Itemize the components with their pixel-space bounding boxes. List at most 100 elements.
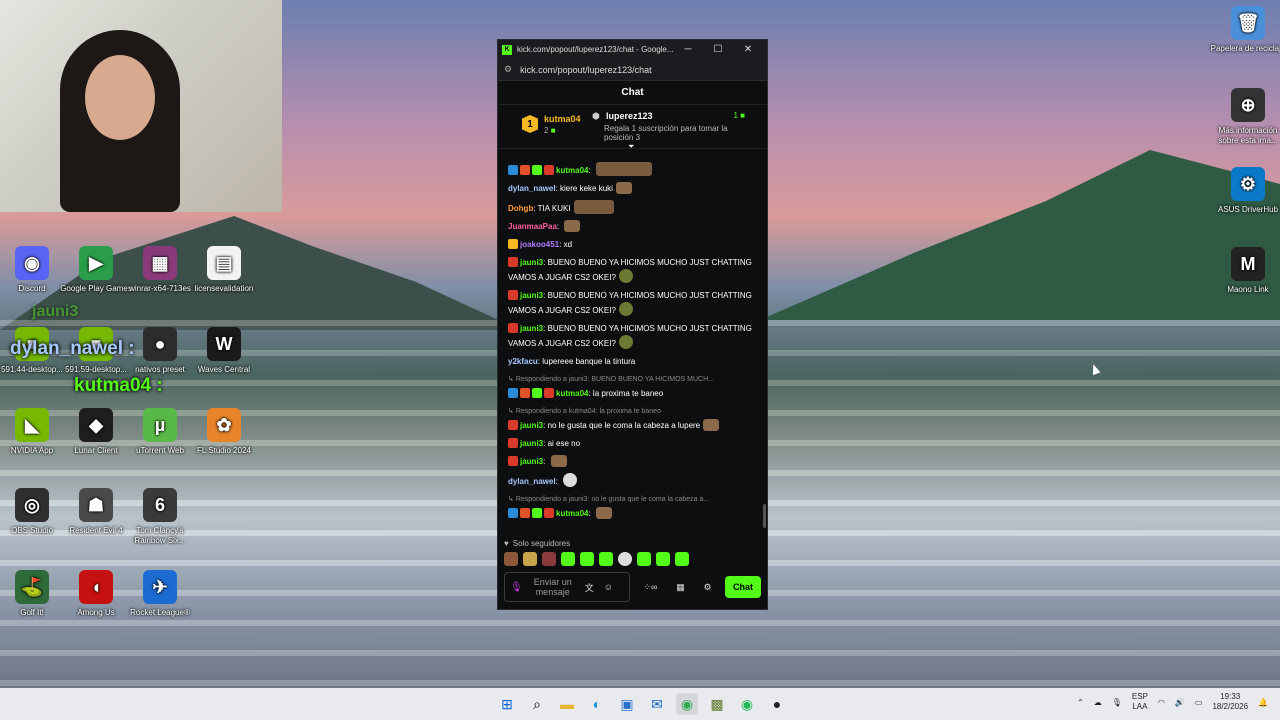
emoji-icon[interactable]: ☺	[604, 582, 613, 592]
chat-emote-icon[interactable]	[618, 269, 633, 283]
desktop-icon[interactable]: 🗑 Papelera de reciclaje	[1210, 6, 1280, 54]
user-badge-icon	[520, 508, 530, 518]
desktop-app-icon: ✈	[143, 570, 177, 604]
chat-message: jauni3: BUENO BUENO YA HICIMOS MUCHO JUS…	[508, 256, 757, 284]
settings-gear-icon[interactable]: ⚙	[704, 582, 712, 593]
battery-icon[interactable]: ▭	[1195, 698, 1203, 707]
microphone-icon[interactable]: 🎙	[510, 582, 523, 593]
chat-emote-icon[interactable]	[595, 507, 612, 519]
kick-points-icon[interactable]: ⁘∞	[643, 582, 657, 593]
username-separator: :	[556, 222, 562, 231]
clock[interactable]: 19:33 18/2/2026	[1212, 692, 1248, 712]
desktop-icon[interactable]: ⚙ ASUS DriverHub	[1210, 167, 1280, 215]
send-chat-button[interactable]: Chat	[725, 576, 761, 598]
outlook-icon[interactable]: ✉	[646, 693, 668, 715]
emote-button[interactable]	[656, 552, 670, 566]
minimize-button[interactable]: ─	[673, 44, 703, 55]
spotify-icon[interactable]: ◉	[736, 693, 758, 715]
chat-username[interactable]: dylan_nawel	[508, 184, 556, 193]
minecraft-icon[interactable]: ▩	[706, 693, 728, 715]
desktop-icon[interactable]: M Maono Link	[1210, 247, 1280, 295]
chat-emote-icon[interactable]	[618, 302, 633, 316]
chat-username[interactable]: jauni3	[520, 439, 543, 448]
chat-emote-icon[interactable]	[563, 473, 578, 487]
chrome-icon[interactable]: ◉	[676, 693, 698, 715]
chat-username[interactable]: y2kfacu	[508, 357, 538, 366]
user-badge-icon	[508, 165, 518, 175]
desktop-icon[interactable]: ⊕ Más información sobre esta ima...	[1210, 88, 1280, 146]
desktop-icon-label: ASUS DriverHub	[1217, 205, 1278, 214]
chat-username[interactable]: dylan_nawel	[508, 477, 556, 486]
language-indicator[interactable]: ESP LAA	[1132, 692, 1148, 712]
emote-button[interactable]	[637, 552, 651, 566]
chat-emote-icon[interactable]	[550, 455, 567, 467]
file-explorer-icon[interactable]: ▬	[556, 693, 578, 715]
network-cloud-icon[interactable]: ☁	[1094, 698, 1102, 707]
site-settings-icon[interactable]: ⚙	[504, 64, 512, 75]
app-notification-icon[interactable]: ●	[766, 693, 788, 715]
chat-emote-icon[interactable]	[573, 200, 614, 214]
desktop-icon[interactable]: W Waves Central	[186, 327, 262, 375]
notification-bell-icon[interactable]: 🔔	[1258, 698, 1268, 707]
emote-button[interactable]	[561, 552, 575, 566]
message-input[interactable]: 🎙 Enviar un mensaje 文 ☺	[504, 572, 630, 602]
chat-message: jauni3: BUENO BUENO YA HICIMOS MUCHO JUS…	[508, 289, 757, 317]
desktop-app-icon: 🗑	[1231, 6, 1265, 40]
reply-context[interactable]: ↳ Respondiendo a jauni3: BUENO BUENO YA …	[508, 373, 757, 386]
user-badge-icon	[508, 323, 518, 333]
chat-username[interactable]: jauni3	[520, 258, 543, 267]
emote-button[interactable]	[504, 552, 518, 566]
address-bar[interactable]: ⚙ kick.com/popout/luperez123/chat	[498, 59, 767, 81]
chat-username[interactable]: jauni3	[520, 324, 543, 333]
windows-start-icon[interactable]: ⊞	[496, 693, 518, 715]
desktop-icon[interactable]: ✈ Rocket League®	[122, 570, 198, 618]
emote-button[interactable]	[523, 552, 537, 566]
edge-browser-icon[interactable]: ◐	[586, 693, 608, 715]
overlay-username: dylan_nawel	[10, 338, 123, 359]
chat-username[interactable]: jauni3	[520, 457, 543, 466]
store-icon[interactable]: ▣	[616, 693, 638, 715]
close-button[interactable]: ✕	[733, 44, 763, 55]
desktop-icon[interactable]: ▤ licensevalidation	[186, 246, 262, 294]
emote-button[interactable]	[599, 552, 613, 566]
desktop-app-icon: ◉	[15, 246, 49, 280]
translate-icon[interactable]: 文	[585, 581, 594, 594]
chat-username[interactable]: jauni3	[520, 421, 543, 430]
window-titlebar[interactable]: K kick.com/popout/luperez123/chat - Goog…	[498, 40, 767, 59]
search-icon[interactable]: ⌕	[526, 693, 548, 715]
chat-username[interactable]: JuanmaaPaa	[508, 222, 557, 231]
chat-username[interactable]: Dohgb	[508, 204, 533, 213]
chat-emote-icon[interactable]	[615, 182, 632, 194]
collapse-chevron-icon[interactable]: ⏷	[628, 142, 634, 152]
desktop-icon[interactable]: 6 Tom Clancy's Rainbow Six...	[122, 488, 198, 546]
chat-message: jauni3: ai ese no	[508, 437, 757, 450]
chat-username[interactable]: kutma04	[556, 166, 588, 175]
wifi-icon[interactable]: ◠	[1158, 698, 1165, 707]
emote-button[interactable]	[542, 552, 556, 566]
volume-icon[interactable]: 🔊	[1175, 698, 1185, 707]
chat-username[interactable]: kutma04	[556, 509, 588, 518]
chat-message-list[interactable]: kutma04: dylan_nawel: kiere keke kuki Doh…	[498, 158, 767, 530]
chat-emote-icon[interactable]	[703, 419, 720, 431]
user-badge-icon	[544, 508, 554, 518]
reply-context[interactable]: ↳ Respondiendo a jauni3: no le gusta que…	[508, 493, 757, 506]
chat-username[interactable]: kutma04	[556, 389, 588, 398]
emote-button[interactable]	[675, 552, 689, 566]
microphone-tray-icon[interactable]: 🎙	[1112, 698, 1122, 707]
chat-emote-icon[interactable]	[618, 335, 633, 349]
show-hidden-icons-chevron-icon[interactable]: ⌃	[1077, 698, 1084, 707]
chat-emote-icon[interactable]	[595, 162, 652, 176]
desktop-icon-label: FL Studio 2024	[197, 446, 251, 455]
chat-username[interactable]: jauni3	[520, 291, 543, 300]
chat-emote-icon[interactable]	[564, 220, 581, 232]
chat-scrollbar[interactable]	[763, 504, 766, 528]
emote-button[interactable]	[580, 552, 594, 566]
chat-username[interactable]: joakoo451	[520, 240, 559, 249]
top-gifter-username[interactable]: kutma04	[544, 114, 581, 124]
desktop-icon[interactable]: ✿ FL Studio 2024	[186, 408, 262, 456]
emote-button[interactable]	[618, 552, 632, 566]
reply-context[interactable]: ↳ Respondiendo a kutma04: la proxima te …	[508, 405, 757, 418]
maximize-button[interactable]: ☐	[703, 44, 733, 55]
gift-box-icon[interactable]: ▦	[676, 582, 685, 593]
followers-only-label: Solo seguidores	[512, 538, 571, 548]
